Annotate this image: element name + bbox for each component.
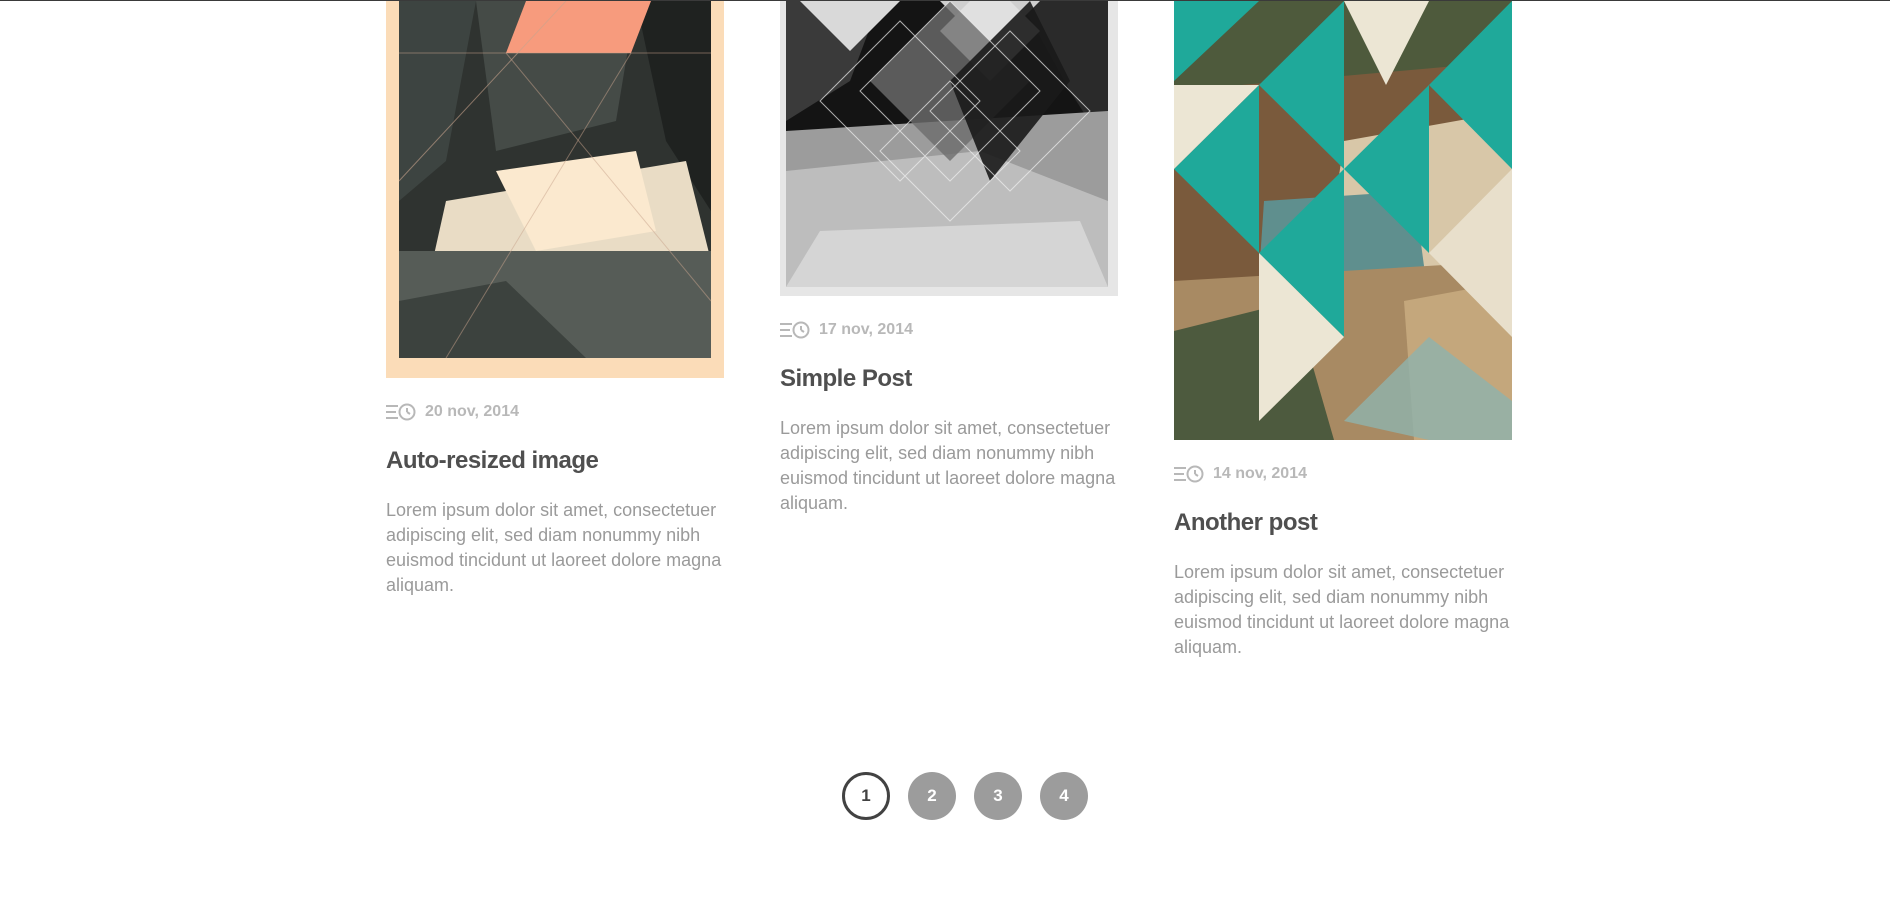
post-thumbnail[interactable]	[1174, 1, 1512, 440]
post-meta: 17 nov, 2014	[780, 321, 1118, 339]
page-button-3[interactable]: 3	[974, 772, 1022, 820]
calendar-clock-icon	[1174, 465, 1204, 483]
page-button-2[interactable]: 2	[908, 772, 956, 820]
post-card: 17 nov, 2014 Simple Post Lorem ipsum dol…	[780, 1, 1118, 516]
calendar-clock-icon	[386, 403, 416, 421]
calendar-clock-icon	[780, 321, 810, 339]
post-title[interactable]: Simple Post	[780, 365, 1118, 393]
waterfall-image	[386, 1, 724, 378]
post-excerpt: Lorem ipsum dolor sit amet, consectetuer…	[386, 500, 722, 595]
page-button-1[interactable]: 1	[842, 772, 890, 820]
post-thumbnail[interactable]	[386, 1, 724, 378]
post-date: 14 nov, 2014	[1213, 465, 1307, 482]
post-title[interactable]: Another post	[1174, 509, 1512, 537]
pagination: 1 2 3 4	[842, 772, 1088, 820]
post-excerpt: Lorem ipsum dolor sit amet, consectetuer…	[1174, 562, 1510, 657]
post-thumbnail[interactable]	[780, 1, 1118, 296]
post-date: 20 nov, 2014	[425, 403, 519, 420]
post-excerpt: Lorem ipsum dolor sit amet, consectetuer…	[780, 418, 1116, 513]
post-date: 17 nov, 2014	[819, 321, 913, 338]
post-title[interactable]: Auto-resized image	[386, 447, 724, 475]
page-button-4[interactable]: 4	[1040, 772, 1088, 820]
post-meta: 20 nov, 2014	[386, 403, 724, 421]
forest-lake-image	[1174, 1, 1512, 440]
post-meta: 14 nov, 2014	[1174, 465, 1512, 483]
post-card: 14 nov, 2014 Another post Lorem ipsum do…	[1174, 1, 1512, 660]
mountain-river-image	[780, 1, 1118, 296]
post-card: 20 nov, 2014 Auto-resized image Lorem ip…	[386, 1, 724, 598]
